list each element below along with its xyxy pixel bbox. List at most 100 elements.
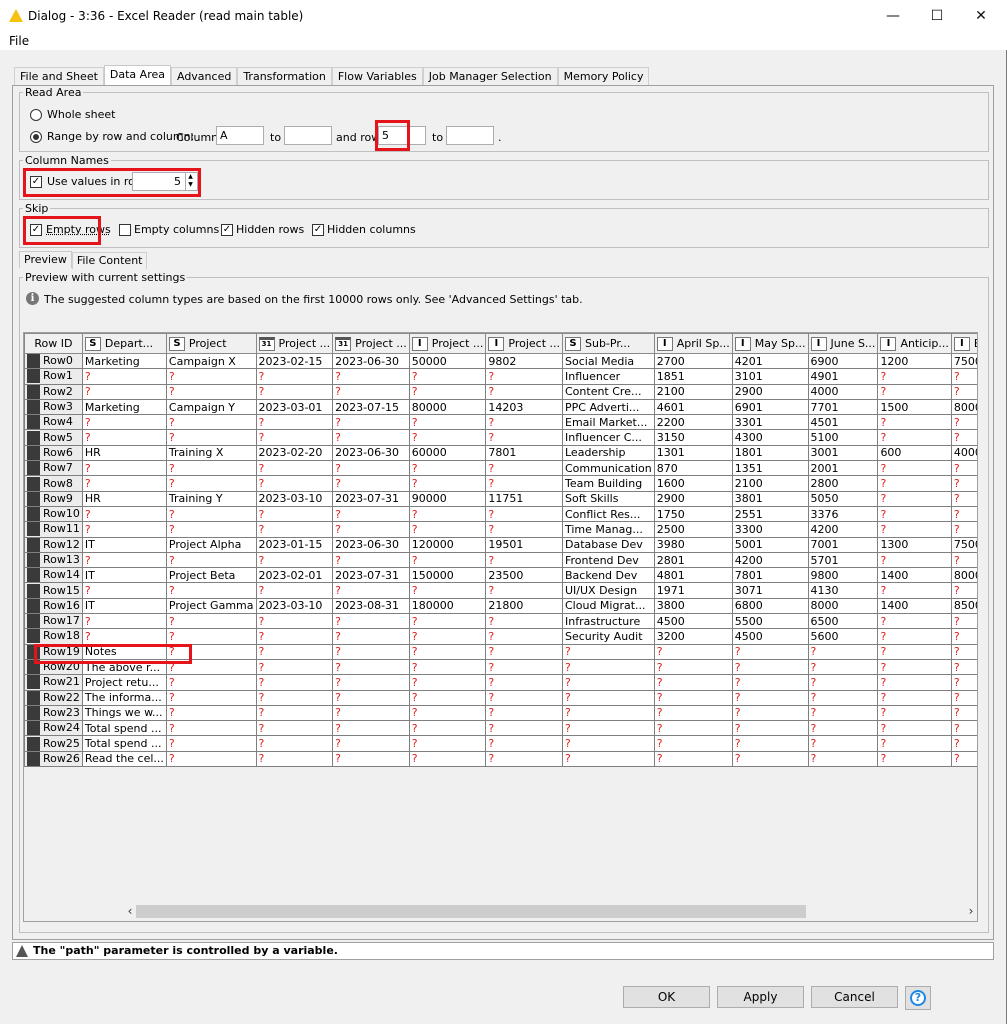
row-id-cell[interactable]: Row11 bbox=[24, 521, 83, 538]
missing-value-cell[interactable]: ? bbox=[877, 551, 952, 569]
table-cell[interactable]: 2023-02-01 bbox=[255, 567, 334, 584]
table-cell[interactable]: 4200 bbox=[807, 521, 879, 538]
missing-value-cell[interactable]: ? bbox=[485, 429, 563, 446]
table-cell[interactable]: Backend Dev bbox=[562, 567, 655, 584]
missing-value-cell[interactable]: ? bbox=[653, 674, 733, 691]
table-cell[interactable]: 1400 bbox=[877, 597, 952, 615]
table-cell[interactable]: 7500 bbox=[950, 536, 977, 553]
close-button[interactable]: ✕ bbox=[958, 0, 1004, 32]
missing-value-cell[interactable]: ? bbox=[81, 368, 167, 385]
column-header[interactable]: I Anticip... bbox=[877, 333, 952, 354]
missing-value-cell[interactable]: ? bbox=[731, 643, 809, 660]
table-cell[interactable]: 4000 bbox=[950, 444, 977, 462]
horizontal-scrollbar[interactable]: ‹ › bbox=[124, 903, 977, 920]
missing-value-cell[interactable]: ? bbox=[950, 521, 977, 538]
table-cell[interactable]: 9802 bbox=[485, 352, 563, 370]
table-cell[interactable]: Content Cre... bbox=[562, 383, 655, 400]
table-cell[interactable]: 3071 bbox=[731, 582, 809, 599]
table-cell[interactable]: Things we w... bbox=[81, 704, 167, 722]
column-header[interactable]: S Project bbox=[165, 333, 257, 354]
missing-value-cell[interactable]: ? bbox=[81, 521, 167, 538]
table-cell[interactable]: 7001 bbox=[807, 536, 879, 553]
tab-flow-variables[interactable]: Flow Variables bbox=[331, 67, 423, 86]
table-row[interactable]: Row20 The above r...??????????? bbox=[24, 658, 977, 676]
row-id-cell[interactable]: Row26 bbox=[24, 750, 83, 768]
missing-value-cell[interactable]: ? bbox=[877, 628, 952, 645]
table-cell[interactable]: 4201 bbox=[731, 352, 809, 370]
missing-value-cell[interactable]: ? bbox=[807, 674, 879, 691]
table-cell[interactable]: Project retu... bbox=[81, 674, 167, 691]
missing-value-cell[interactable]: ? bbox=[653, 643, 733, 660]
missing-value-cell[interactable]: ? bbox=[165, 505, 257, 523]
row-id-cell[interactable]: Row25 bbox=[24, 735, 83, 752]
table-row[interactable]: Row7?????? Communication 870 1351 2001?? bbox=[24, 460, 977, 477]
column-header[interactable]: I May Sp... bbox=[731, 333, 809, 354]
missing-value-cell[interactable]: ? bbox=[165, 704, 257, 722]
missing-value-cell[interactable]: ? bbox=[332, 735, 410, 752]
table-cell[interactable]: 4200 bbox=[731, 551, 809, 569]
missing-value-cell[interactable]: ? bbox=[408, 383, 487, 400]
table-cell[interactable]: Campaign Y bbox=[165, 398, 257, 416]
scrollbar-thumb[interactable] bbox=[136, 905, 806, 918]
missing-value-cell[interactable]: ? bbox=[877, 643, 952, 660]
table-row[interactable]: Row3 Marketing Campaign Y 2023-03-01 2023-07… bbox=[24, 398, 977, 416]
missing-value-cell[interactable]: ? bbox=[165, 735, 257, 752]
row-from-input[interactable]: 5 bbox=[378, 126, 426, 145]
missing-value-cell[interactable]: ? bbox=[653, 658, 733, 676]
table-cell[interactable]: 8000 bbox=[950, 567, 977, 584]
range-radio[interactable] bbox=[30, 131, 42, 143]
table-cell[interactable]: 2900 bbox=[731, 383, 809, 400]
skip-empty-rows-checkbox[interactable]: ✓ bbox=[30, 224, 42, 236]
missing-value-cell[interactable]: ? bbox=[255, 429, 334, 446]
missing-value-cell[interactable]: ? bbox=[332, 658, 410, 676]
missing-value-cell[interactable]: ? bbox=[653, 704, 733, 722]
table-cell[interactable]: 7801 bbox=[485, 444, 563, 462]
missing-value-cell[interactable]: ? bbox=[877, 613, 952, 630]
table-cell[interactable]: 5500 bbox=[731, 613, 809, 630]
table-cell[interactable]: 4300 bbox=[731, 429, 809, 446]
table-cell[interactable]: 600 bbox=[877, 444, 952, 462]
column-header[interactable]: 31 Project ... bbox=[255, 333, 334, 354]
table-cell[interactable]: 1300 bbox=[877, 536, 952, 553]
apply-button[interactable]: Apply bbox=[717, 986, 804, 1008]
table-cell[interactable]: Soft Skills bbox=[562, 490, 655, 507]
missing-value-cell[interactable]: ? bbox=[255, 628, 334, 645]
table-cell[interactable]: 7701 bbox=[807, 398, 879, 416]
table-row[interactable]: Row0 Marketing Campaign X 2023-02-15 2023-06… bbox=[24, 352, 977, 370]
missing-value-cell[interactable]: ? bbox=[81, 613, 167, 630]
table-cell[interactable]: 8000 bbox=[807, 597, 879, 615]
table-cell[interactable]: 2900 bbox=[653, 490, 733, 507]
table-cell[interactable]: Infrastructure bbox=[562, 613, 655, 630]
minimize-button[interactable]: — bbox=[870, 0, 916, 32]
row-id-cell[interactable]: Row3 bbox=[24, 398, 83, 416]
table-cell[interactable]: 6800 bbox=[731, 597, 809, 615]
missing-value-cell[interactable]: ? bbox=[950, 460, 977, 477]
table-cell[interactable]: 50000 bbox=[408, 352, 487, 370]
missing-value-cell[interactable]: ? bbox=[653, 735, 733, 752]
missing-value-cell[interactable]: ? bbox=[332, 628, 410, 645]
table-cell[interactable]: 4500 bbox=[653, 613, 733, 630]
missing-value-cell[interactable]: ? bbox=[332, 505, 410, 523]
table-row[interactable]: Row17?????? Infrastructure 4500 5500 6500?? bbox=[24, 613, 977, 630]
missing-value-cell[interactable]: ? bbox=[408, 658, 487, 676]
missing-value-cell[interactable]: ? bbox=[165, 414, 257, 431]
table-cell[interactable]: 23500 bbox=[485, 567, 563, 584]
missing-value-cell[interactable]: ? bbox=[81, 551, 167, 569]
table-cell[interactable]: 4000 bbox=[807, 383, 879, 400]
table-cell[interactable]: IT bbox=[81, 536, 167, 553]
missing-value-cell[interactable]: ? bbox=[332, 674, 410, 691]
table-cell[interactable]: 6901 bbox=[731, 398, 809, 416]
missing-value-cell[interactable]: ? bbox=[807, 643, 879, 660]
missing-value-cell[interactable]: ? bbox=[255, 414, 334, 431]
missing-value-cell[interactable]: ? bbox=[255, 582, 334, 599]
table-cell[interactable]: Email Market... bbox=[562, 414, 655, 431]
table-cell[interactable]: Training Y bbox=[165, 490, 257, 507]
missing-value-cell[interactable]: ? bbox=[877, 490, 952, 507]
missing-value-cell[interactable]: ? bbox=[485, 613, 563, 630]
missing-value-cell[interactable]: ? bbox=[950, 368, 977, 385]
missing-value-cell[interactable]: ? bbox=[485, 658, 563, 676]
missing-value-cell[interactable]: ? bbox=[562, 689, 655, 706]
missing-value-cell[interactable]: ? bbox=[408, 368, 487, 385]
table-cell[interactable]: 1801 bbox=[731, 444, 809, 462]
missing-value-cell[interactable]: ? bbox=[950, 689, 977, 706]
